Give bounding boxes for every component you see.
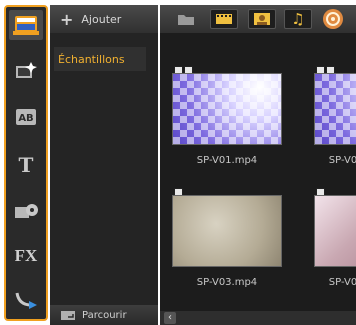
text-icon: T	[19, 153, 34, 175]
fx-filter-button[interactable]: FX	[9, 241, 43, 271]
clip-filename: SP-V01.mp4	[196, 155, 258, 166]
plus-icon: +	[60, 9, 74, 29]
browse-folder-icon	[61, 311, 75, 320]
motion-path-icon	[15, 292, 37, 309]
add-folder-button[interactable]: + Ajouter	[50, 5, 158, 33]
motion-path-button[interactable]	[9, 285, 43, 315]
video-editor-library-panel: AB T FX + Ajouter Échantillons Parcourir…	[0, 0, 356, 325]
photo-filter-icon	[254, 13, 270, 25]
graphic-button[interactable]	[9, 196, 43, 226]
clip-preview-image	[172, 195, 282, 267]
media-library-button[interactable]	[9, 10, 43, 40]
folder-icon	[178, 15, 194, 25]
filter-toolbar: ♫	[160, 5, 356, 33]
browse-label: Parcourir	[82, 309, 127, 321]
scroll-left-button[interactable]: ‹	[164, 312, 176, 324]
settings-wheel-icon	[323, 9, 343, 29]
text-icon-glyph: T	[19, 153, 34, 175]
folder-filter-button[interactable]	[172, 9, 200, 29]
media-library-icon	[13, 16, 39, 35]
add-folder-label: Ajouter	[81, 12, 122, 26]
title-icon: AB	[16, 109, 36, 125]
clip-thumbnail[interactable]: SP-V04.mp4	[302, 187, 356, 295]
clip-preview-image	[172, 73, 282, 145]
video-filter-icon	[216, 14, 232, 24]
clip-thumbnail[interactable]: SP-V03.mp4	[160, 187, 290, 295]
chevron-left-icon: ‹	[168, 312, 172, 323]
transition-button[interactable]	[9, 55, 43, 85]
tool-rail: AB T FX	[4, 5, 48, 321]
horizontal-scrollbar[interactable]: ‹	[160, 311, 356, 325]
clip-filename: SP-V03.mp4	[196, 277, 258, 288]
graphic-icon	[15, 204, 38, 218]
fx-filter-icon: FX	[14, 246, 38, 265]
clip-thumbnail[interactable]: SP-V01.mp4	[160, 65, 290, 173]
clip-thumbnail[interactable]: SP-V02.mp4	[302, 65, 356, 173]
library-panel: ♫ SP-V01.mp4 SP-V02.mp4	[160, 5, 356, 325]
title-button[interactable]: AB	[9, 102, 43, 132]
transition-icon	[16, 62, 37, 78]
audio-filter-button[interactable]: ♫	[284, 9, 312, 29]
text-button[interactable]: T	[9, 149, 43, 179]
settings-wheel-button[interactable]	[320, 9, 346, 29]
title-icon-text: AB	[18, 113, 33, 124]
video-filter-button[interactable]	[210, 9, 238, 29]
folder-item-label: Échantillons	[58, 52, 125, 66]
audio-filter-icon: ♫	[291, 10, 305, 28]
photo-filter-button[interactable]	[248, 9, 276, 29]
clip-filename: SP-V02.mp4	[328, 155, 356, 166]
clip-preview-image	[314, 73, 356, 145]
clip-filename: SP-V04.mp4	[328, 277, 356, 288]
folder-item-samples[interactable]: Échantillons	[54, 47, 146, 71]
clip-preview-image	[314, 195, 356, 267]
browse-button[interactable]: Parcourir	[50, 305, 158, 325]
folder-panel: + Ajouter Échantillons Parcourir	[50, 5, 158, 325]
